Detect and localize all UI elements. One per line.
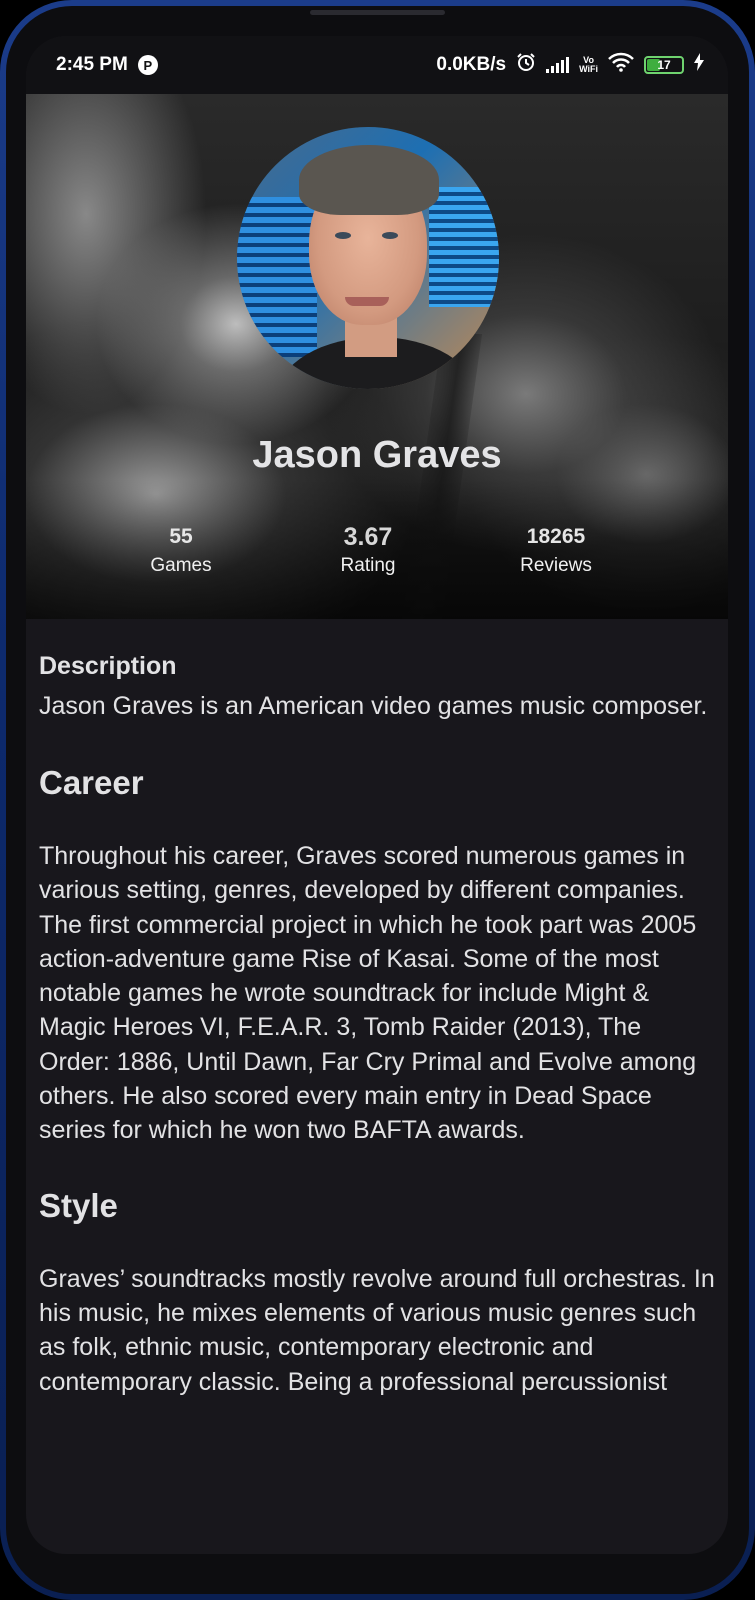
charging-icon bbox=[694, 53, 704, 77]
status-bar: 2:45 PM P 0.0KB/s Vo WiFi 17 bbox=[26, 36, 728, 94]
stat-reviews-label: Reviews bbox=[520, 555, 592, 576]
earpiece-speaker bbox=[310, 10, 445, 15]
alarm-icon bbox=[516, 52, 536, 78]
career-text: Throughout his career, Graves scored num… bbox=[39, 842, 697, 1145]
phone-frame: 2:45 PM P 0.0KB/s Vo WiFi 17 Jason Grave… bbox=[0, 0, 755, 1600]
status-right: 0.0KB/s Vo WiFi 17 bbox=[436, 52, 704, 78]
status-time: 2:45 PM bbox=[56, 54, 128, 75]
app-notification-icon: P bbox=[137, 55, 158, 75]
career-heading: Career bbox=[39, 764, 144, 801]
style-heading: Style bbox=[39, 1186, 118, 1224]
style-text: Graves’ soundtracks mostly revolve aroun… bbox=[39, 1264, 715, 1396]
signal-icon bbox=[546, 57, 570, 73]
app-screen: 2:45 PM P 0.0KB/s Vo WiFi 17 Jason Grave… bbox=[26, 36, 728, 1554]
description-text: Jason Graves is an American video games … bbox=[39, 692, 708, 720]
stat-rating-label: Rating bbox=[340, 555, 396, 576]
avatar bbox=[237, 127, 499, 389]
status-left: 2:45 PM P bbox=[56, 54, 158, 76]
profile-content[interactable]: Description Jason Graves is an American … bbox=[26, 619, 728, 1554]
stat-games: 55 Games bbox=[101, 524, 261, 582]
stat-reviews-value: 18265 bbox=[526, 525, 586, 548]
profile-hero: Jason Graves 55 Games 3.67 Rating 18265 … bbox=[26, 94, 728, 619]
battery-level: 17 bbox=[657, 58, 671, 72]
stat-games-value: 55 bbox=[169, 525, 193, 548]
profile-stats: 55 Games 3.67 Rating 18265 Reviews bbox=[26, 524, 728, 584]
battery-icon: 17 bbox=[644, 56, 684, 74]
stat-reviews: 18265 Reviews bbox=[476, 524, 636, 582]
vowifi-bottom: WiFi bbox=[579, 64, 598, 74]
stat-rating: 3.67 Rating bbox=[288, 524, 448, 582]
description-heading: Description bbox=[39, 652, 177, 680]
profile-name: Jason Graves bbox=[252, 434, 502, 476]
stat-games-label: Games bbox=[150, 555, 212, 576]
vowifi-icon: Vo WiFi bbox=[579, 56, 598, 74]
wifi-icon bbox=[608, 52, 634, 78]
stat-rating-value: 3.67 bbox=[343, 523, 393, 551]
network-speed: 0.0KB/s bbox=[436, 54, 507, 75]
